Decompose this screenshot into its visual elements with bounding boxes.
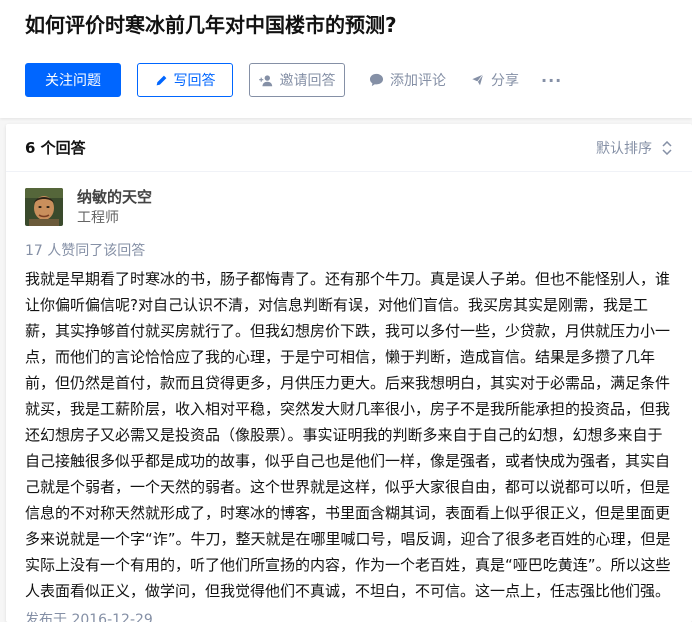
author-name[interactable]: 纳敏的天空 (77, 187, 152, 207)
question-header: 如何评价时寒冰前几年对中国楼市的预测? 关注问题 写回答 邀请回答 添加评论 分… (0, 0, 692, 118)
answers-list-header: 6 个回答 默认排序 (6, 124, 692, 172)
share-label: 分享 (491, 73, 519, 89)
pencil-icon (155, 74, 168, 87)
invite-answer-label: 邀请回答 (279, 73, 336, 89)
more-actions-button[interactable]: ··· (541, 71, 562, 90)
answer-item: 纳敏的天空 工程师 17 人赞同了该回答 我就是早期看了时寒冰的书，肠子都悔青了… (6, 172, 692, 622)
write-answer-label: 写回答 (173, 73, 216, 89)
author-avatar[interactable] (25, 188, 63, 226)
vote-info[interactable]: 17 人赞同了该回答 (25, 241, 672, 261)
answer-content: 我就是早期看了时寒冰的书，肠子都悔青了。还有那个牛刀。真是误人子弟。但也不能怪别… (25, 266, 672, 604)
write-answer-button[interactable]: 写回答 (137, 63, 233, 97)
question-title: 如何评价时寒冰前几年对中国楼市的预测? (25, 13, 397, 37)
answer-count: 6 个回答 (25, 139, 86, 157)
sort-label: 默认排序 (596, 140, 652, 157)
share-button[interactable]: 分享 (470, 70, 519, 90)
answers-list: 6 个回答 默认排序 纳敏的天空 工程师 17 人赞同了该回答 我就是早期看了时… (6, 124, 692, 622)
question-action-bar: 关注问题 写回答 邀请回答 添加评论 分享 ··· (25, 63, 692, 97)
publish-time[interactable]: 发布于 2016-12-29 (25, 610, 672, 622)
follow-question-button[interactable]: 关注问题 (25, 63, 121, 97)
sort-toggle-button[interactable]: 默认排序 (596, 138, 672, 158)
paper-plane-icon (470, 73, 485, 87)
add-comment-button[interactable]: 添加评论 (369, 70, 446, 90)
invite-answer-button[interactable]: 邀请回答 (249, 63, 345, 97)
add-user-icon (258, 74, 274, 87)
author-meta: 纳敏的天空 工程师 (77, 188, 152, 228)
sort-arrows-icon (662, 140, 672, 155)
answer-text: 我就是早期看了时寒冰的书，肠子都悔青了。还有那个牛刀。真是误人子弟。但也不能怪别… (25, 270, 671, 600)
author-headline: 工程师 (77, 210, 119, 226)
author-info: 纳敏的天空 工程师 (25, 188, 672, 228)
add-comment-label: 添加评论 (390, 73, 446, 89)
comment-bubble-icon (369, 73, 384, 87)
